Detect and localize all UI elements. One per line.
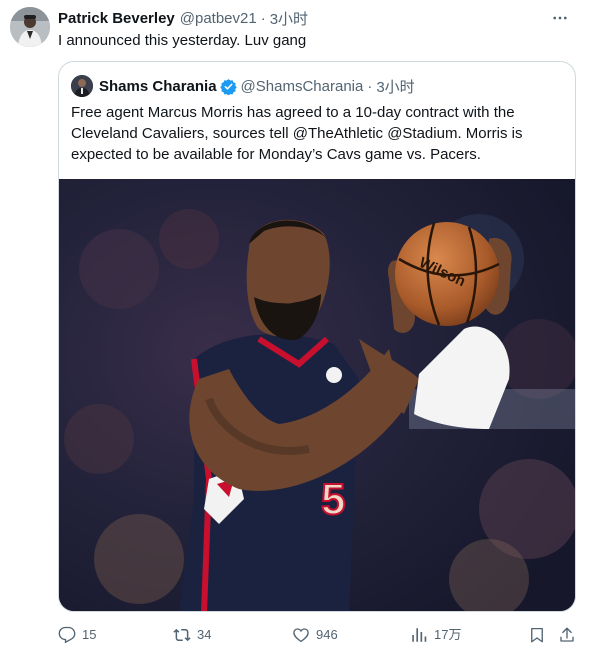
retweet-icon [173,628,191,642]
author-avatar[interactable] [10,7,50,47]
bookmark-button[interactable] [528,624,546,646]
basketball-player-photo: 5 Wilson [59,179,575,611]
quoted-tweet-text: Free agent Marcus Morris has agreed to a… [71,104,523,163]
views-button[interactable]: 17万 [410,624,461,646]
tweet-text: I announced this yesterday. Luv gang [58,32,307,49]
quoted-tweet-header: Shams Charania @ShamsCharania · 3小时 [71,74,415,98]
retweet-button[interactable]: 34 [173,624,211,646]
quoted-author-avatar [71,75,93,97]
views-icon [412,628,427,642]
quoted-author-handle: @ShamsCharania [240,77,364,95]
views-count: 17万 [434,627,462,642]
more-options-button[interactable] [550,8,570,28]
author-name[interactable]: Patrick Beverley [58,10,175,27]
like-count: 946 [316,627,338,642]
quoted-tweet[interactable]: Shams Charania @ShamsCharania · 3小时 Free… [58,61,576,612]
quoted-author-name: Shams Charania [99,77,217,95]
more-dots-icon [553,16,567,20]
share-button[interactable] [558,624,576,646]
quoted-separator-dot: · [367,77,373,95]
reply-count: 15 [82,627,97,642]
like-button[interactable]: 946 [292,624,338,646]
tweet-actions: 15 34 946 17万 [58,624,576,646]
author-handle[interactable]: @patbev21 [180,10,257,27]
separator-dot: · [260,9,266,27]
share-icon [560,627,574,642]
quoted-tweet-photo[interactable]: 5 Wilson [59,179,575,611]
reply-button[interactable]: 15 [58,624,96,646]
tweet[interactable]: Patrick Beverley @patbev21 · 3小时 I annou… [0,0,590,652]
tweet-header: Patrick Beverley @patbev21 · 3小时 [58,8,570,28]
verified-badge-icon [219,78,237,95]
reply-icon [58,626,76,644]
avatar-photo-icon [10,7,50,47]
retweet-count: 34 [197,627,212,642]
bookmark-icon [531,627,543,643]
tweet-time[interactable]: 3小时 [270,8,308,29]
like-icon [293,628,309,643]
quoted-avatar-photo-icon [71,75,93,97]
svg-text:5: 5 [321,475,345,524]
quoted-tweet-time: 3小时 [376,78,415,96]
